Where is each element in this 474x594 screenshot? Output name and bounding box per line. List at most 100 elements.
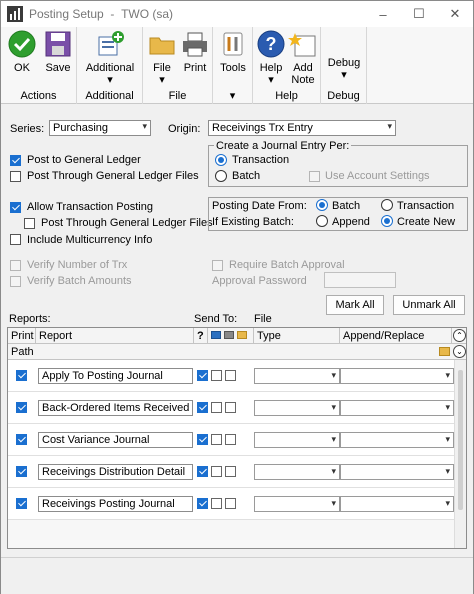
ribbon-group-tools: Tools ▾ [213, 27, 253, 104]
verify-number-of-trx-checkbox[interactable] [10, 260, 21, 271]
folder-icon [149, 37, 175, 55]
row-report-name[interactable]: Cost Variance Journal [38, 432, 193, 448]
use-account-settings-checkbox[interactable] [309, 171, 320, 182]
additional-button[interactable]: Additional ▾ [81, 29, 139, 86]
row-printer-checkbox[interactable] [211, 498, 222, 509]
send-to-label: Send To: [194, 313, 238, 325]
send-to-icons-header [208, 328, 254, 344]
row-report-name[interactable]: Receivings Distribution Detail [38, 464, 193, 480]
row-print-checkbox[interactable] [16, 466, 27, 477]
row-type-select[interactable]: ▾ [254, 496, 340, 512]
tools-button[interactable]: Tools [217, 29, 249, 74]
row-print-checkbox[interactable] [16, 402, 27, 413]
row-type-select[interactable]: ▾ [254, 400, 340, 416]
post-through-gl-2-label: Post Through General Ledger Files [41, 217, 213, 229]
origin-label: Origin: [168, 123, 201, 135]
posting-date-transaction-label: Transaction [397, 200, 455, 212]
post-to-gl-checkbox[interactable] [10, 155, 21, 166]
row-file-checkbox[interactable] [225, 402, 236, 413]
folder-browse-icon[interactable] [439, 347, 450, 356]
mark-all-button[interactable]: Mark All [326, 295, 384, 315]
row-type-select[interactable]: ▾ [254, 368, 340, 384]
debug-button[interactable]: Debug ▾ [325, 57, 363, 81]
approval-password-label: Approval Password [212, 275, 307, 287]
row-printer-checkbox[interactable] [211, 370, 222, 381]
scroll-up-icon[interactable]: ⌃ [453, 329, 466, 342]
row-append-replace-select[interactable]: ▾ [340, 496, 454, 512]
row-print-checkbox[interactable] [16, 498, 27, 509]
row-report-name[interactable]: Receivings Posting Journal [38, 496, 193, 512]
unmark-all-button[interactable]: Unmark All [393, 295, 465, 315]
tools-dropdown-arrow-icon[interactable]: ▾ [213, 89, 252, 102]
dropdown-arrow-icon: ▾ [341, 69, 347, 81]
row-type-select[interactable]: ▾ [254, 464, 340, 480]
window-title: Posting Setup - TWO (sa) [29, 7, 174, 21]
posting-date-transaction-radio[interactable] [381, 199, 393, 211]
add-note-button[interactable]: Add Note [287, 29, 319, 86]
save-button[interactable]: Save [41, 29, 75, 74]
row-printer-checkbox[interactable] [211, 402, 222, 413]
reports-label: Reports: [9, 313, 51, 325]
chevron-down-icon: ▾ [331, 498, 336, 508]
folder-small-icon [237, 331, 248, 339]
journal-transaction-radio[interactable] [215, 154, 227, 166]
row-screen-checkbox[interactable] [197, 466, 208, 477]
report-column-header: Report [36, 328, 194, 344]
row-print-checkbox[interactable] [16, 370, 27, 381]
row-file-checkbox[interactable] [225, 370, 236, 381]
chevron-down-icon: ▾ [445, 370, 450, 380]
minimize-button[interactable]: – [365, 1, 401, 27]
row-screen-checkbox[interactable] [197, 402, 208, 413]
require-batch-approval-checkbox[interactable] [212, 260, 223, 271]
row-append-replace-select[interactable]: ▾ [340, 432, 454, 448]
post-through-gl-checkbox[interactable] [10, 171, 21, 182]
ribbon-group-file: File ▾ Print File [143, 27, 213, 104]
use-account-settings-label: Use Account Settings [325, 170, 430, 182]
expand-rows-icon[interactable]: ⌄ [453, 345, 466, 358]
row-append-replace-select[interactable]: ▾ [340, 464, 454, 480]
chevron-down-icon: ▾ [445, 434, 450, 444]
approval-password-input[interactable] [324, 272, 396, 288]
print-button[interactable]: Print [179, 29, 211, 74]
add-note-icon [288, 33, 316, 57]
path-column-header: Path [11, 346, 34, 358]
post-through-gl-2-checkbox[interactable] [24, 218, 35, 229]
row-file-checkbox[interactable] [225, 466, 236, 477]
empty-table-row [8, 520, 455, 548]
row-report-name[interactable]: Back-Ordered Items Received [38, 400, 193, 416]
row-screen-checkbox[interactable] [197, 434, 208, 445]
posting-date-batch-radio[interactable] [316, 199, 328, 211]
include-multicurrency-checkbox[interactable] [10, 234, 21, 245]
row-printer-checkbox[interactable] [211, 434, 222, 445]
row-printer-checkbox[interactable] [211, 466, 222, 477]
row-file-checkbox[interactable] [225, 498, 236, 509]
existing-append-radio[interactable] [316, 215, 328, 227]
row-print-checkbox[interactable] [16, 434, 27, 445]
file-button[interactable]: File ▾ [147, 29, 177, 86]
table-row: Cost Variance Journal ▾ ▾ [8, 424, 455, 456]
help-button[interactable]: ? Help ▾ [255, 29, 287, 86]
if-existing-batch-label: If Existing Batch: [212, 216, 294, 228]
title-bar: Posting Setup - TWO (sa) – ☐ ✕ [1, 1, 473, 27]
grid-scrollbar[interactable] [454, 360, 466, 548]
ok-button[interactable]: OK [5, 29, 39, 74]
origin-select[interactable]: Receivings Trx Entry ▾ [208, 120, 396, 136]
close-button[interactable]: ✕ [437, 1, 473, 27]
existing-create-new-radio[interactable] [381, 215, 393, 227]
row-screen-checkbox[interactable] [197, 498, 208, 509]
series-select[interactable]: Purchasing ▾ [49, 120, 151, 136]
row-append-replace-select[interactable]: ▾ [340, 368, 454, 384]
allow-transaction-posting-checkbox[interactable] [10, 202, 21, 213]
verify-batch-amounts-checkbox[interactable] [10, 276, 21, 287]
row-screen-checkbox[interactable] [197, 370, 208, 381]
scrollbar-thumb[interactable] [458, 370, 463, 510]
row-report-name[interactable]: Apply To Posting Journal [38, 368, 193, 384]
row-type-select[interactable]: ▾ [254, 432, 340, 448]
maximize-button[interactable]: ☐ [401, 1, 437, 27]
require-batch-approval-label: Require Batch Approval [229, 259, 345, 271]
row-append-replace-select[interactable]: ▾ [340, 400, 454, 416]
row-file-checkbox[interactable] [225, 434, 236, 445]
journal-batch-label: Batch [232, 170, 261, 182]
table-row: Back-Ordered Items Received ▾ ▾ [8, 392, 455, 424]
journal-batch-radio[interactable] [215, 170, 227, 182]
